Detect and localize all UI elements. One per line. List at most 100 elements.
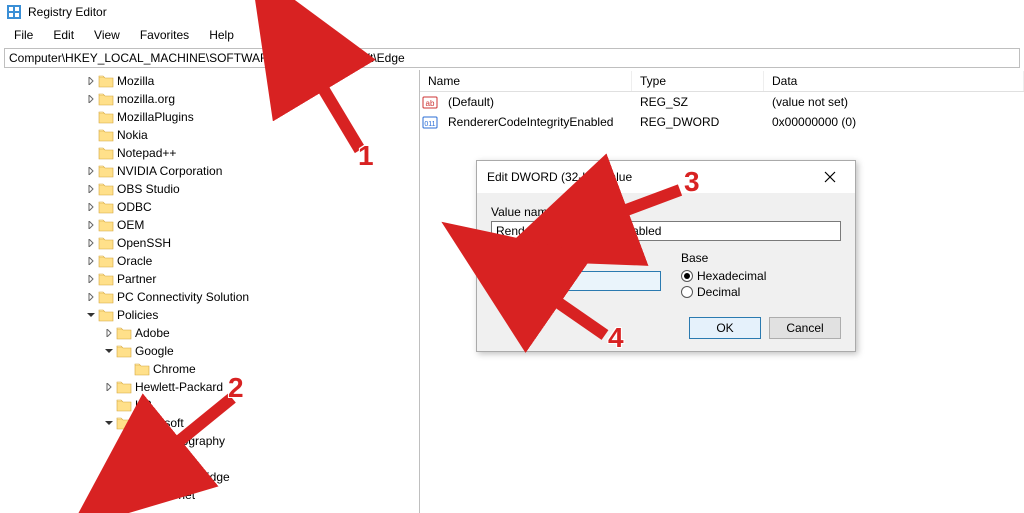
- col-type[interactable]: Type: [632, 71, 764, 91]
- menu-help[interactable]: Help: [201, 26, 242, 44]
- cell-name: (Default): [440, 95, 632, 109]
- chevron-right-icon[interactable]: [84, 239, 98, 247]
- chevron-right-icon[interactable]: [84, 257, 98, 265]
- chevron-right-icon[interactable]: [84, 185, 98, 193]
- address-bar[interactable]: Computer\HKEY_LOCAL_MACHINE\SOFTWARE\Pol…: [4, 48, 1020, 68]
- chevron-down-icon[interactable]: [102, 347, 116, 355]
- tree-item[interactable]: Adobe: [0, 324, 419, 342]
- tree-item-label: NVIDIA Corporation: [117, 164, 222, 178]
- tree-pane[interactable]: Mozillamozilla.org MozillaPlugins NokiaNot…: [0, 70, 420, 513]
- tree-item[interactable]: Edge: [0, 450, 419, 468]
- svg-text:ab: ab: [426, 99, 435, 108]
- chevron-right-icon[interactable]: [84, 293, 98, 301]
- folder-icon: [116, 380, 132, 394]
- folder-icon: [98, 218, 114, 232]
- ok-button[interactable]: OK: [689, 317, 761, 339]
- list-row[interactable]: 011RendererCodeIntegrityEnabledREG_DWORD…: [420, 112, 1024, 132]
- tree-item[interactable]: NVIDIA Corporation: [0, 162, 419, 180]
- tree-item[interactable]: Microsoft: [0, 414, 419, 432]
- chevron-right-icon[interactable]: [84, 167, 98, 175]
- folder-icon: [98, 92, 114, 106]
- tree-item[interactable]: OpenSSH: [0, 234, 419, 252]
- chevron-right-icon[interactable]: [102, 329, 116, 337]
- tree-item[interactable]: PC Connectivity Solution: [0, 288, 419, 306]
- tree-item-label: Peernet: [153, 488, 195, 502]
- folder-icon: [98, 290, 114, 304]
- tree-item-label: Cryptography: [153, 434, 225, 448]
- folder-icon: [98, 254, 114, 268]
- folder-icon: [116, 398, 132, 412]
- menu-favorites[interactable]: Favorites: [132, 26, 197, 44]
- folder-icon: [134, 470, 150, 484]
- chevron-right-icon[interactable]: [84, 275, 98, 283]
- cell-type: REG_DWORD: [632, 115, 764, 129]
- folder-icon: [134, 488, 150, 502]
- tree-item-label: Google: [135, 344, 174, 358]
- address-text: Computer\HKEY_LOCAL_MACHINE\SOFTWARE\Pol…: [9, 51, 405, 65]
- menu-bar: File Edit View Favorites Help: [0, 24, 1024, 46]
- folder-icon: [98, 182, 114, 196]
- chevron-right-icon[interactable]: [84, 77, 98, 85]
- tree-item[interactable]: Partner: [0, 270, 419, 288]
- chevron-down-icon[interactable]: [102, 419, 116, 427]
- tree-item[interactable]: MozillaPlugins: [0, 108, 419, 126]
- radio-decimal[interactable]: Decimal: [681, 285, 841, 299]
- close-icon[interactable]: [815, 167, 845, 187]
- folder-icon: [116, 416, 132, 430]
- tree-item-label: MozillaPlugins: [117, 110, 194, 124]
- value-name-label: Value name:: [491, 205, 841, 219]
- edit-dword-dialog: Edit DWORD (32-bit) Value Value name: Va…: [476, 160, 856, 352]
- tree-item[interactable]: OBS Studio: [0, 180, 419, 198]
- tree-item[interactable]: HP: [0, 396, 419, 414]
- chevron-right-icon[interactable]: [84, 95, 98, 103]
- list-header: Name Type Data: [420, 70, 1024, 92]
- folder-icon: [98, 164, 114, 178]
- col-data[interactable]: Data: [764, 71, 1024, 91]
- tree-item-label: Hewlett-Packard: [135, 380, 223, 394]
- app-title: Registry Editor: [28, 5, 107, 19]
- menu-edit[interactable]: Edit: [45, 26, 82, 44]
- tree-item[interactable]: Nokia: [0, 126, 419, 144]
- tree-item[interactable]: Notepad++: [0, 144, 419, 162]
- radio-empty-icon: [681, 286, 693, 298]
- tree-item[interactable]: Google: [0, 342, 419, 360]
- tree-item[interactable]: Mozilla: [0, 72, 419, 90]
- tree-item-label: Adobe: [135, 326, 170, 340]
- tree-item[interactable]: OEM: [0, 216, 419, 234]
- tree-item-label: ODBC: [117, 200, 152, 214]
- menu-view[interactable]: View: [86, 26, 128, 44]
- menu-file[interactable]: File: [6, 26, 41, 44]
- tree-item-label: Microsoft: [135, 416, 184, 430]
- col-name[interactable]: Name: [420, 71, 632, 91]
- reg-string-icon: ab: [420, 94, 440, 110]
- chevron-right-icon[interactable]: [84, 221, 98, 229]
- dialog-title-text: Edit DWORD (32-bit) Value: [487, 170, 632, 184]
- tree-item[interactable]: Oracle: [0, 252, 419, 270]
- tree-item[interactable]: Policies: [0, 306, 419, 324]
- tree-item[interactable]: Peernet: [0, 486, 419, 504]
- cell-data: 0x00000000 (0): [764, 115, 1024, 129]
- chevron-down-icon[interactable]: [84, 311, 98, 319]
- chevron-right-icon[interactable]: [84, 203, 98, 211]
- cell-data: (value not set): [764, 95, 1024, 109]
- list-row[interactable]: ab(Default)REG_SZ(value not set): [420, 92, 1024, 112]
- tree-item-label: Oracle: [117, 254, 152, 268]
- chevron-right-icon[interactable]: [120, 473, 134, 481]
- svg-text:011: 011: [424, 121, 435, 128]
- folder-icon: [98, 146, 114, 160]
- tree-item[interactable]: Cryptography: [0, 432, 419, 450]
- tree-item[interactable]: ODBC: [0, 198, 419, 216]
- tree-item[interactable]: mozilla.org: [0, 90, 419, 108]
- tree-item[interactable]: Chrome: [0, 360, 419, 378]
- tree-item[interactable]: Hewlett-Packard: [0, 378, 419, 396]
- folder-icon: [134, 452, 150, 466]
- folder-icon: [116, 326, 132, 340]
- tree-item[interactable]: MicrosoftEdge: [0, 468, 419, 486]
- value-name-input[interactable]: [491, 221, 841, 241]
- cancel-button[interactable]: Cancel: [769, 317, 841, 339]
- chevron-right-icon[interactable]: [120, 437, 134, 445]
- value-data-input[interactable]: [491, 271, 661, 291]
- chevron-right-icon[interactable]: [102, 383, 116, 391]
- folder-icon: [98, 308, 114, 322]
- radio-hexadecimal[interactable]: Hexadecimal: [681, 269, 841, 283]
